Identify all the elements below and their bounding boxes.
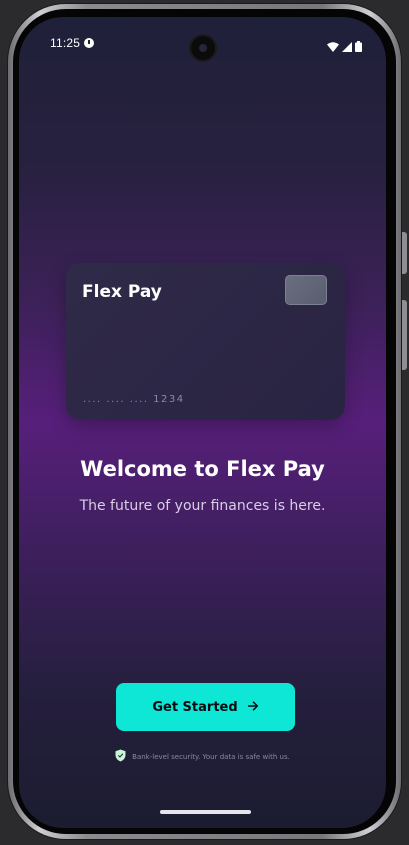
payment-card: Flex Pay .... .... .... 1234 — [66, 263, 345, 420]
arrow-right-icon — [247, 700, 259, 715]
volume-button — [402, 300, 407, 370]
home-indicator[interactable] — [160, 810, 251, 814]
card-number: .... .... .... 1234 — [83, 394, 185, 405]
status-time: 11:25 — [50, 36, 81, 50]
security-text: Bank-level security. Your data is safe w… — [132, 752, 290, 761]
signal-icon — [342, 37, 352, 56]
status-bar: 11:25 — [19, 17, 386, 63]
get-started-button[interactable]: Get Started — [116, 683, 295, 731]
power-button — [402, 232, 407, 274]
security-note: Bank-level security. Your data is safe w… — [19, 747, 386, 766]
wifi-icon — [327, 37, 339, 56]
battery-icon — [355, 37, 362, 56]
front-camera — [191, 36, 215, 60]
card-chip — [285, 275, 327, 305]
welcome-subtitle: The future of your finances is here. — [79, 498, 326, 514]
shield-icon — [115, 747, 126, 766]
welcome-title: Welcome to Flex Pay — [80, 457, 325, 481]
app-screen: 11:25 Flex Pay .... .... .... 1234 Welco… — [19, 17, 386, 828]
system-icons — [327, 37, 362, 56]
alert-circle-icon — [84, 38, 94, 48]
get-started-label: Get Started — [152, 699, 238, 715]
card-brand-title: Flex Pay — [82, 282, 162, 302]
